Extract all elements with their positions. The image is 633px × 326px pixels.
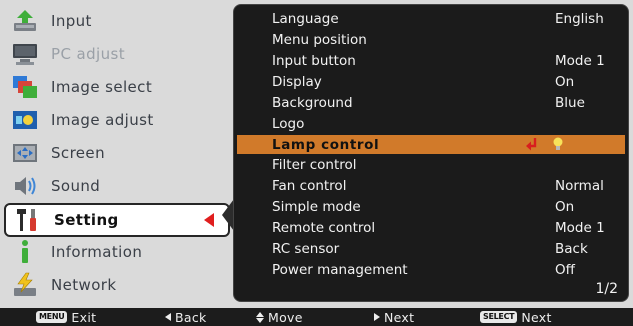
menu-key-icon: MENU [36,311,68,323]
screen-icon [9,139,41,167]
setting-row-fan-control[interactable]: Fan control Normal [237,176,625,196]
bottom-hint-bar: MENU Exit Back Move Next SELECT Next [0,308,633,326]
setting-label: Remote control [272,220,376,236]
setting-value: English [555,11,604,27]
setting-row-rc-sensor[interactable]: RC sensor Back [237,239,625,259]
monitor-icon [9,40,41,68]
hint-label: Next [521,309,552,325]
hint-label: Exit [71,309,97,325]
menu-item-setting[interactable]: Setting [4,203,230,237]
setting-label: Lamp control [272,137,380,153]
hint-exit: MENU Exit [36,309,96,325]
menu-item-label: Setting [54,211,119,229]
setting-row-display[interactable]: Display On [237,72,625,92]
menu-item-label: Sound [51,177,101,195]
speaker-icon [9,172,41,200]
lamp-bulb-icon [551,136,565,156]
setting-value: On [555,199,575,215]
menu-item-information[interactable]: Information [3,236,230,268]
menu-item-label: Image select [51,78,153,96]
setting-row-remote-control[interactable]: Remote control Mode 1 [237,218,625,238]
up-down-arrow-icon [256,311,264,323]
hint-label: Back [175,309,207,325]
setting-label: Language [272,11,339,27]
setting-label: Background [272,95,353,111]
right-arrow-icon [374,313,380,321]
tools-icon [12,206,44,234]
main-menu: Input PC adjust Image select Image adjus… [3,3,230,300]
image-select-icon [9,73,41,101]
menu-item-label: Network [51,276,117,294]
setting-row-lamp-control[interactable]: Lamp control [237,135,625,154]
setting-row-simple-mode[interactable]: Simple mode On [237,197,625,217]
menu-item-label: Image adjust [51,111,154,129]
setting-row-menu-position[interactable]: Menu position [237,30,625,50]
hint-label: Next [384,309,415,325]
setting-label: Power management [272,262,408,278]
setting-label: Input button [272,53,356,69]
selected-arrow-icon [204,213,214,227]
setting-value: Blue [555,95,585,111]
setting-row-logo[interactable]: Logo [237,114,625,134]
info-icon [9,238,41,266]
page-indicator: 1/2 [595,281,618,297]
setting-label: Filter control [272,157,357,173]
menu-item-label: Information [51,243,143,261]
menu-item-label: Input [51,12,92,30]
setting-value: Back [555,241,588,257]
menu-item-image-select[interactable]: Image select [3,71,230,103]
image-adjust-icon [9,106,41,134]
menu-item-input[interactable]: Input [3,5,230,37]
menu-item-pc-adjust[interactable]: PC adjust [3,38,230,70]
setting-label: RC sensor [272,241,340,257]
setting-label: Fan control [272,178,347,194]
menu-item-image-adjust[interactable]: Image adjust [3,104,230,136]
left-arrow-icon [165,313,171,321]
menu-item-label: Screen [51,144,105,162]
setting-row-language[interactable]: Language English [237,9,625,29]
hint-move: Move [256,309,303,325]
setting-row-power-management[interactable]: Power management Off [237,260,625,280]
setting-label: Simple mode [272,199,361,215]
setting-value: Normal [555,178,604,194]
settings-panel: Language English Menu position Input but… [233,4,629,302]
setting-value: Mode 1 [555,53,605,69]
menu-item-screen[interactable]: Screen [3,137,230,169]
hint-select-next: SELECT Next [480,309,552,325]
input-icon [9,7,41,35]
menu-item-network[interactable]: Network [3,269,230,301]
setting-value: Off [555,262,575,278]
setting-value: Mode 1 [555,220,605,236]
setting-value: On [555,74,575,90]
setting-label: Logo [272,116,305,132]
menu-item-sound[interactable]: Sound [3,170,230,202]
setting-row-input-button[interactable]: Input button Mode 1 [237,51,625,71]
network-icon [9,271,41,299]
projector-osd: Input PC adjust Image select Image adjus… [0,0,633,326]
select-key-icon: SELECT [480,311,518,323]
setting-row-background[interactable]: Background Blue [237,93,625,113]
setting-label: Display [272,74,322,90]
menu-item-label: PC adjust [51,45,125,63]
hint-label: Move [268,309,303,325]
enter-arrow-icon [525,137,539,155]
setting-row-filter-control[interactable]: Filter control [237,155,625,175]
setting-label: Menu position [272,32,367,48]
hint-back: Back [165,309,207,325]
hint-next: Next [374,309,414,325]
